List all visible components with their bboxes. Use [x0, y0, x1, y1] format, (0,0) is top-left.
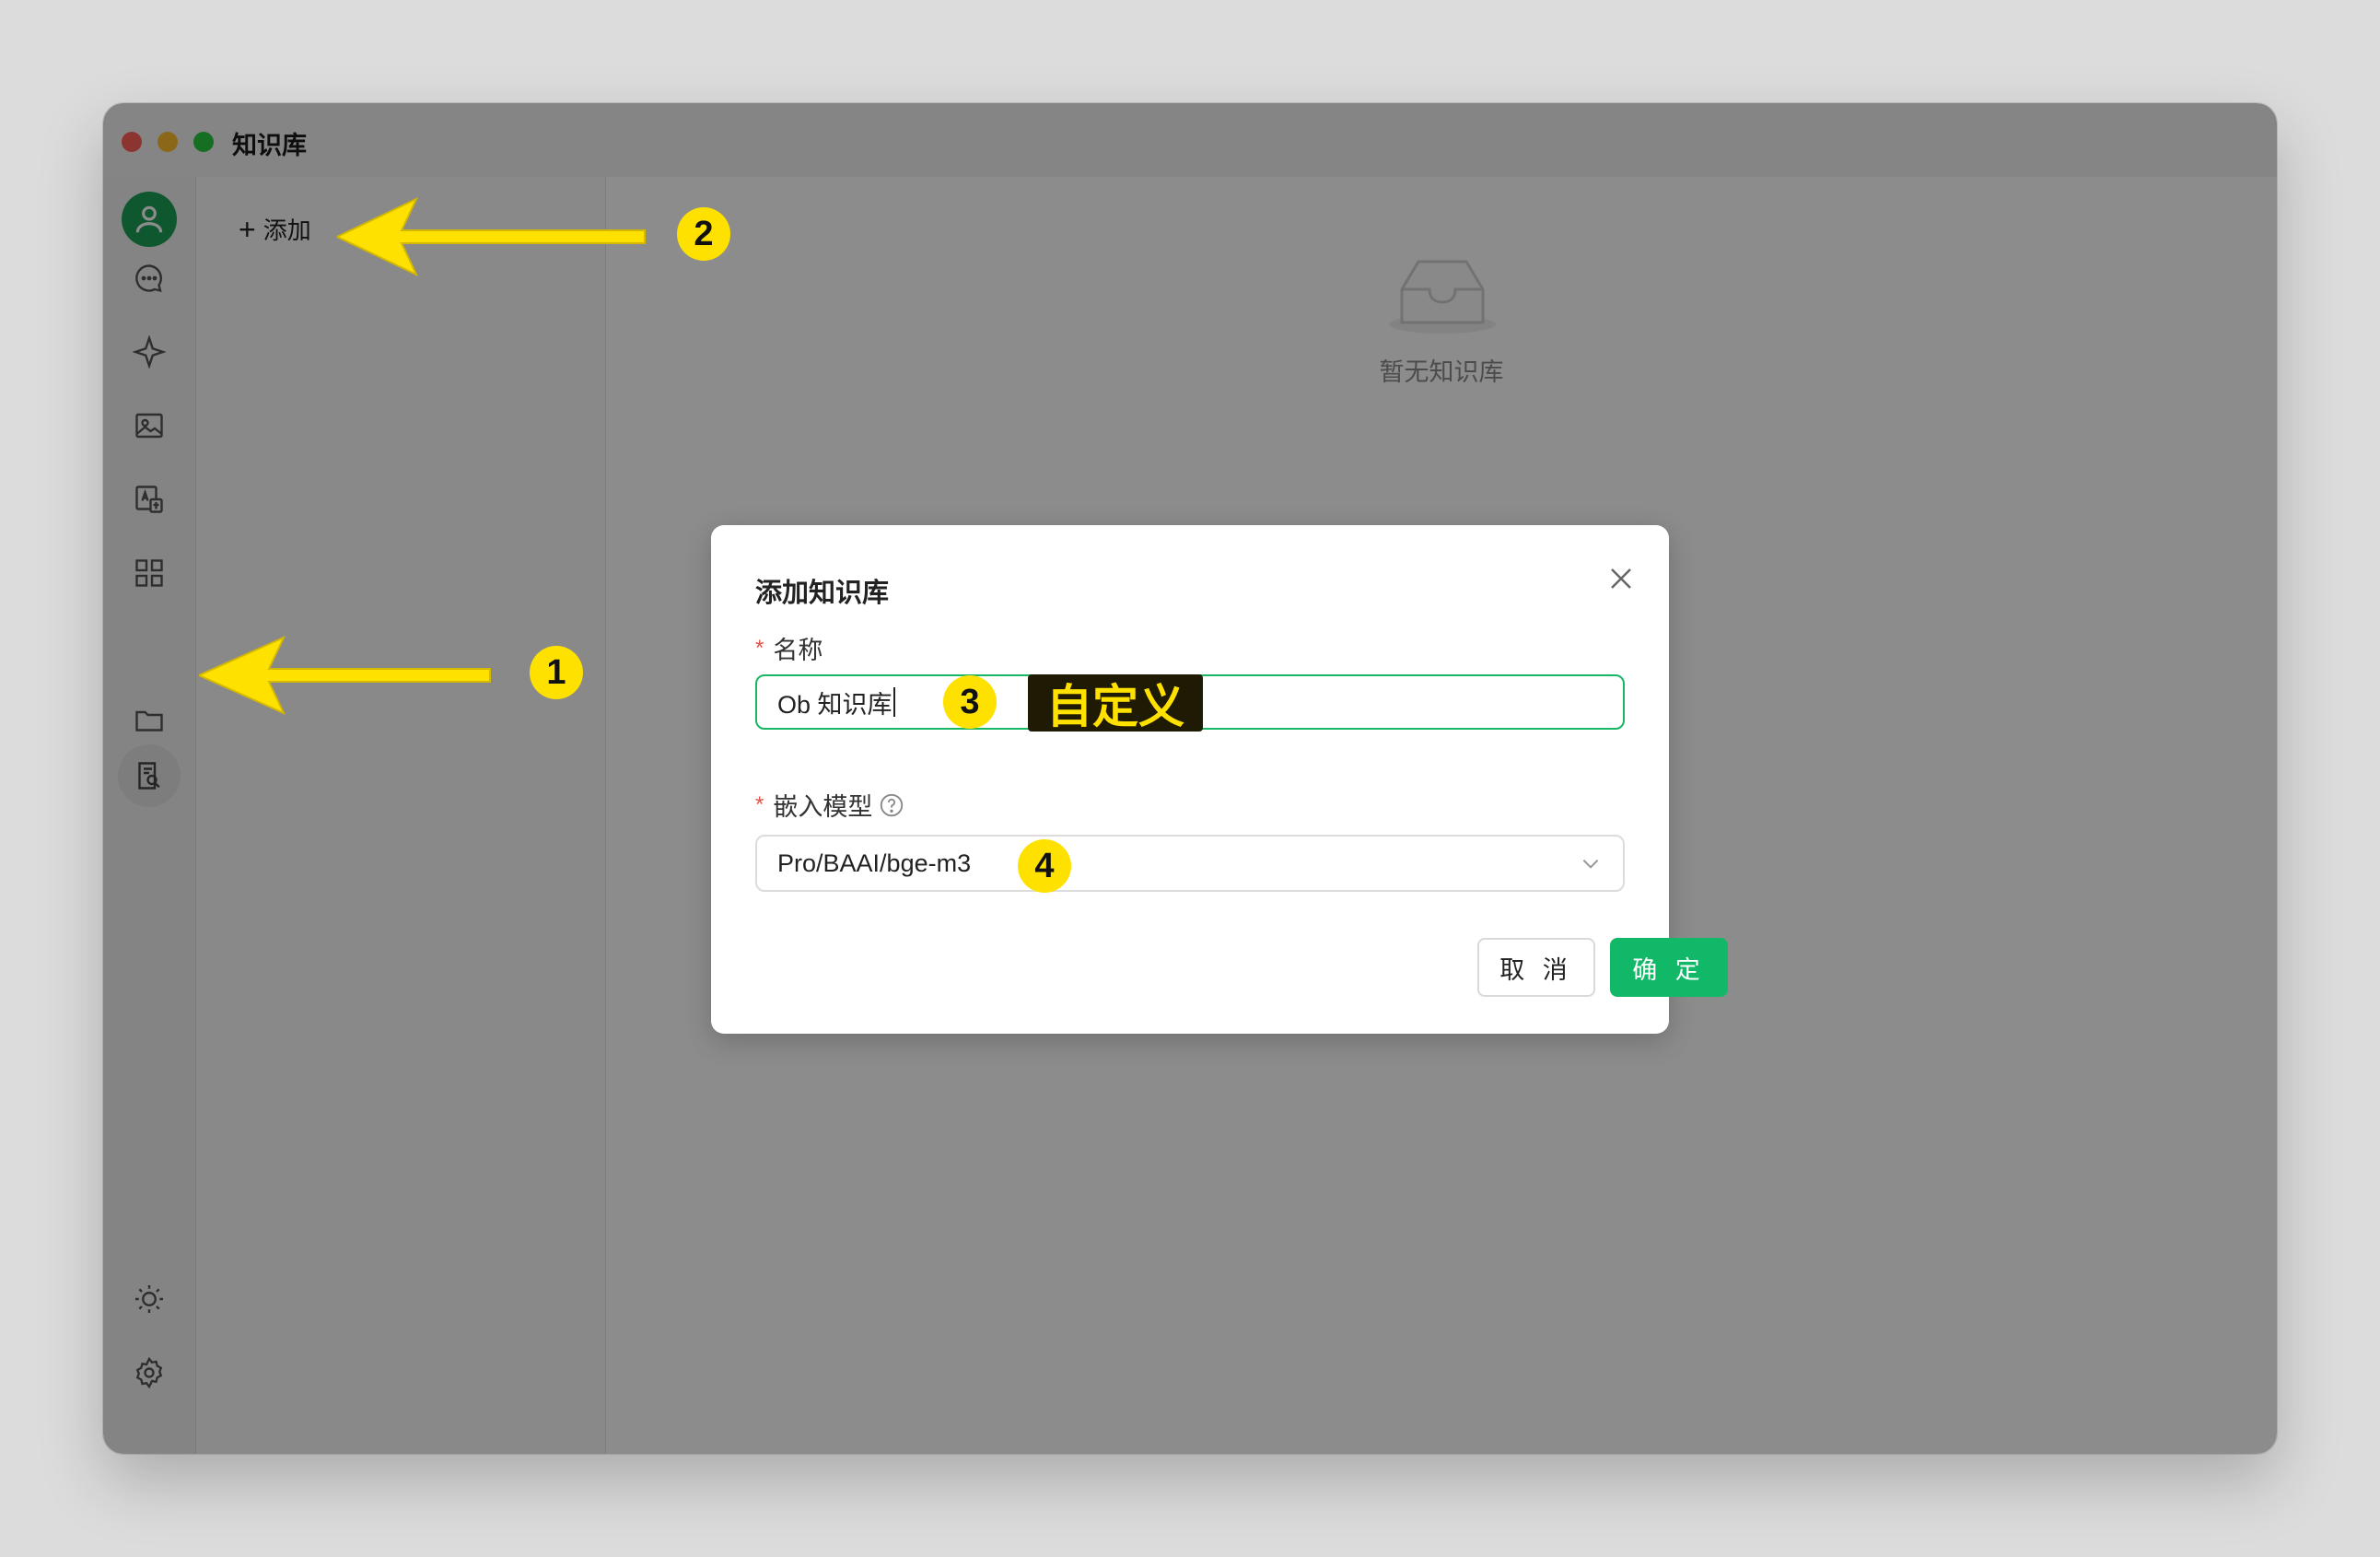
annotation-badge-1: 1 [530, 646, 583, 699]
required-mark: * [755, 791, 764, 817]
embedding-model-select[interactable]: Pro/BAAI/bge-m3 [755, 835, 1625, 892]
selected-model: Pro/BAAI/bge-m3 [777, 849, 972, 877]
name-label-text: 名称 [773, 637, 823, 664]
annotation-arrow-2 [337, 196, 646, 277]
name-field-label: * 名称 [755, 630, 822, 666]
annotation-badge-3: 3 [943, 675, 997, 729]
add-knowledge-dialog: 添加知识库 * 名称 Ob 知识库 * 嵌入模型 Pro/BAAI/bge-m3… [711, 525, 1728, 1034]
confirm-button[interactable]: 确 定 [1610, 938, 1728, 997]
text-caret [892, 687, 895, 717]
app-window: 知识库 + 添加 暂无知识库 添加知识库 * 名称 Ob 知识库 * 嵌入模型 … [103, 103, 2277, 1454]
required-mark: * [755, 635, 764, 661]
annotation-badge-4: 4 [1018, 839, 1071, 893]
model-field-label: * 嵌入模型 [755, 787, 905, 823]
close-icon[interactable] [1603, 560, 1639, 597]
annotation-arrow-1 [199, 635, 491, 716]
name-input-value: Ob 知识库 [777, 690, 892, 719]
help-circle-icon[interactable] [878, 791, 905, 819]
cancel-button[interactable]: 取 消 [1477, 938, 1595, 997]
chevron-down-icon [1582, 860, 1599, 869]
model-label-text: 嵌入模型 [773, 793, 873, 821]
annotation-badge-2: 2 [677, 207, 730, 261]
dialog-title: 添加知识库 [755, 579, 890, 608]
annotation-tag: 自定义 [1028, 674, 1203, 732]
